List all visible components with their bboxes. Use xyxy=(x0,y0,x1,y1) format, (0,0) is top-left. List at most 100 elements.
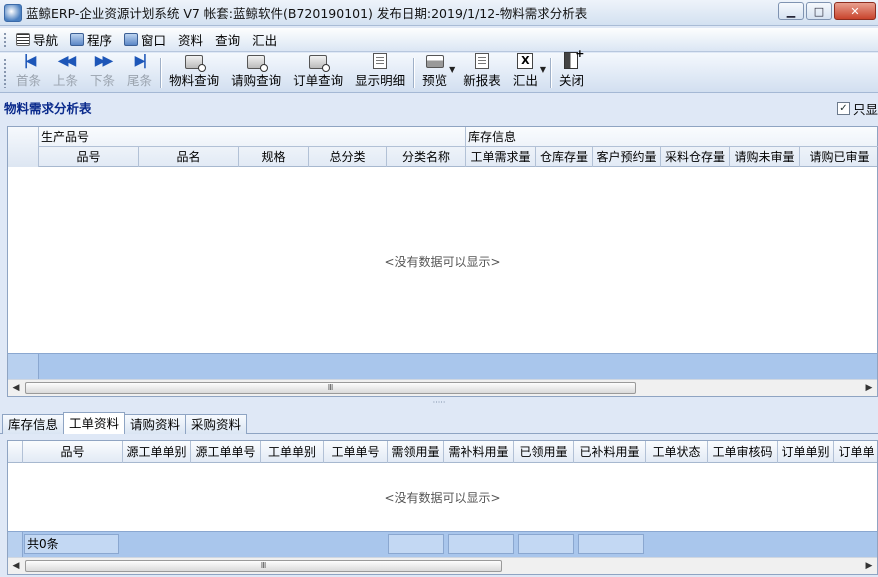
preview-button[interactable]: 预览 xyxy=(416,54,453,92)
summary-cell xyxy=(448,534,514,554)
last-record-label: 尾条 xyxy=(127,73,153,88)
menu-navigation-label: 导航 xyxy=(33,33,59,48)
empty-message: <没有数据可以显示> xyxy=(384,255,501,269)
next-record-button[interactable]: ▶▶ 下条 xyxy=(84,53,121,92)
lower-horizontal-scrollbar[interactable]: ◀ Ⅲ ▶ xyxy=(8,557,877,574)
material-query-button[interactable]: 物料查询 xyxy=(163,54,225,92)
upper-horizontal-scrollbar[interactable]: ◀ Ⅲ ▶ xyxy=(8,379,877,396)
tab-work-order[interactable]: 工单资料 xyxy=(63,412,126,434)
preview-dropdown-icon[interactable]: ▼ xyxy=(449,65,455,74)
column-header[interactable]: 请购未审量 xyxy=(730,147,800,167)
empty-message: <没有数据可以显示> xyxy=(384,491,501,505)
first-icon: |◀ xyxy=(23,53,37,69)
detail-icon xyxy=(373,53,388,69)
column-header[interactable]: 订单单别 xyxy=(778,441,834,463)
column-header[interactable]: 源工单单号 xyxy=(191,441,261,463)
next-record-label: 下条 xyxy=(90,73,116,88)
export-button[interactable]: X 汇出 xyxy=(507,53,544,92)
printer-icon xyxy=(425,55,444,68)
menu-query-label: 查询 xyxy=(215,33,241,48)
work-order-grid-footer: 共0条 xyxy=(8,531,877,557)
toolbar-grip-icon[interactable] xyxy=(3,58,7,88)
menu-grip-icon[interactable] xyxy=(3,31,7,48)
column-header[interactable]: 分类名称 xyxy=(387,147,466,167)
menu-export[interactable]: 汇出 xyxy=(246,29,283,51)
column-header[interactable]: 请购已审量 xyxy=(800,147,878,167)
order-query-button[interactable]: 订单查询 xyxy=(287,54,349,92)
prev-record-button[interactable]: ◀◀ 上条 xyxy=(47,53,84,92)
work-order-grid-header: 品号 源工单单别 源工单单号 工单单别 工单单号 需领用量 需补料用量 已领用量… xyxy=(8,441,877,463)
material-grid-body[interactable]: <没有数据可以显示> xyxy=(8,167,877,353)
material-grid-footer xyxy=(8,353,877,379)
column-header[interactable]: 品号 xyxy=(23,441,123,463)
purchase-request-query-button[interactable]: 请购查询 xyxy=(225,54,287,92)
scroll-right-icon[interactable]: ▶ xyxy=(861,558,877,574)
menu-bar: 导航 程序 窗口 资料 查询 汇出 xyxy=(0,28,878,52)
group-header-inventory-info: 库存信息 xyxy=(466,127,878,147)
column-header[interactable]: 需补料用量 xyxy=(444,441,514,463)
menu-query[interactable]: 查询 xyxy=(209,29,246,51)
menu-program[interactable]: 程序 xyxy=(64,29,118,51)
column-header[interactable]: 品号 xyxy=(39,147,139,167)
column-header[interactable]: 工单状态 xyxy=(646,441,708,463)
column-header[interactable]: 需领用量 xyxy=(388,441,444,463)
order-query-label: 订单查询 xyxy=(293,73,344,88)
scroll-thumb[interactable]: Ⅲ xyxy=(25,382,636,394)
column-header[interactable]: 源工单单别 xyxy=(123,441,191,463)
footer-corner xyxy=(8,354,39,379)
toolbar-separator xyxy=(413,58,415,88)
scroll-left-icon[interactable]: ◀ xyxy=(8,558,24,574)
maximize-button[interactable]: □ xyxy=(806,2,832,20)
summary-cell xyxy=(578,534,644,554)
column-header[interactable]: 客户预约量 xyxy=(593,147,661,167)
query-icon xyxy=(309,54,331,72)
scroll-thumb[interactable]: Ⅲ xyxy=(25,560,502,572)
tab-purchase-request[interactable]: 请购资料 xyxy=(124,414,187,434)
column-header[interactable]: 工单单号 xyxy=(324,441,388,463)
material-grid-header: 生产品号 库存信息 品号 品名 规格 总分类 分类名称 工单需求量 仓库存量 客… xyxy=(8,127,878,167)
close-window-button[interactable]: ✕ xyxy=(834,2,876,20)
checkbox-check-icon[interactable]: ✓ xyxy=(836,102,850,115)
column-header[interactable]: 已领用量 xyxy=(514,441,574,463)
column-header[interactable]: 订单单 xyxy=(834,441,878,463)
column-header[interactable]: 采料仓存量 xyxy=(661,147,730,167)
work-order-grid-body[interactable]: <没有数据可以显示> xyxy=(8,463,877,531)
menu-navigation[interactable]: 导航 xyxy=(10,29,64,51)
tab-purchase[interactable]: 采购资料 xyxy=(185,414,248,434)
preview-label: 预览 xyxy=(422,73,448,88)
column-header[interactable]: 工单审核码 xyxy=(708,441,778,463)
new-report-button[interactable]: 新报表 xyxy=(457,53,507,92)
tab-inventory-info[interactable]: 库存信息 xyxy=(2,414,65,434)
column-header[interactable]: 工单需求量 xyxy=(466,147,536,167)
exit-icon xyxy=(564,47,584,69)
column-header[interactable]: 工单单别 xyxy=(261,441,324,463)
column-header[interactable]: 品名 xyxy=(139,147,239,167)
column-header[interactable]: 仓库存量 xyxy=(536,147,593,167)
prev-icon: ◀◀ xyxy=(57,53,76,69)
panel-splitter[interactable]: ····· xyxy=(0,399,878,408)
menu-window[interactable]: 窗口 xyxy=(118,29,172,51)
grid-corner[interactable] xyxy=(8,441,23,463)
scroll-right-icon[interactable]: ▶ xyxy=(861,380,877,396)
scroll-left-icon[interactable]: ◀ xyxy=(8,380,24,396)
last-record-button[interactable]: ▶| 尾条 xyxy=(121,53,158,92)
report-icon xyxy=(475,53,490,69)
first-record-button[interactable]: |◀ 首条 xyxy=(10,53,47,92)
new-report-label: 新报表 xyxy=(463,73,501,88)
column-header[interactable]: 规格 xyxy=(239,147,309,167)
show-detail-button[interactable]: 显示明细 xyxy=(349,53,411,92)
menu-data[interactable]: 资料 xyxy=(172,29,209,51)
query-icon xyxy=(185,54,207,72)
export-dropdown-icon[interactable]: ▼ xyxy=(540,65,546,74)
close-button[interactable]: 关闭 xyxy=(553,47,590,92)
only-show-checkbox[interactable]: ✓ 只显 xyxy=(836,99,878,118)
minimize-button[interactable]: ▁ xyxy=(778,2,804,20)
toolbar-separator xyxy=(549,58,551,88)
grid-corner[interactable] xyxy=(8,127,39,167)
material-grid: 生产品号 库存信息 品号 品名 规格 总分类 分类名称 工单需求量 仓库存量 客… xyxy=(7,126,878,397)
title-bar: 蓝鲸ERP-企业资源计划系统 V7 帐套:蓝鲸软件(B720190101) 发布… xyxy=(0,0,878,26)
column-header[interactable]: 总分类 xyxy=(309,147,387,167)
column-header[interactable]: 已补料用量 xyxy=(574,441,646,463)
menu-program-label: 程序 xyxy=(87,33,113,48)
navigation-icon xyxy=(16,33,30,46)
